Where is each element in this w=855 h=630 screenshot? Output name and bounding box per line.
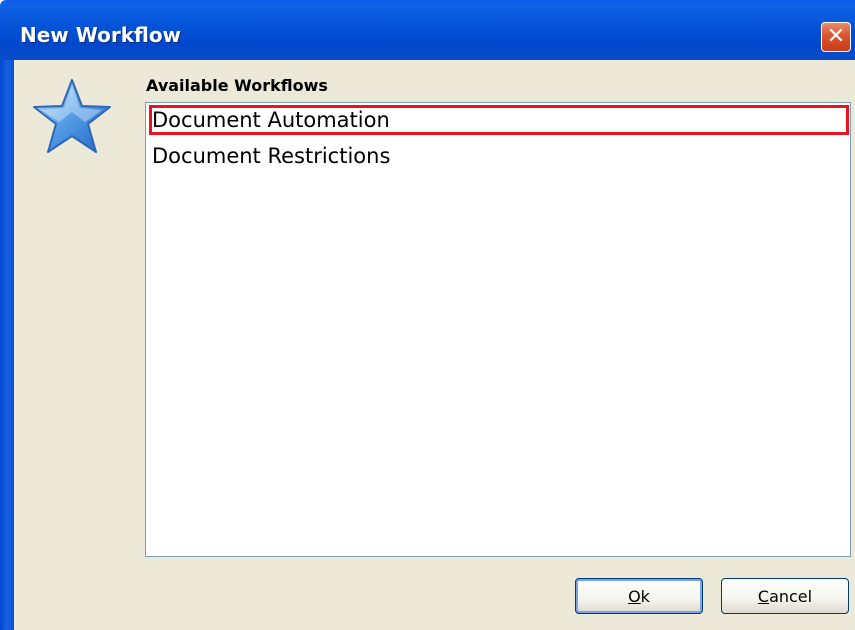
title-bar[interactable]: New Workflow ✕: [0, 0, 855, 60]
ok-label-rest: k: [640, 586, 650, 606]
cancel-button[interactable]: Cancel: [721, 578, 849, 614]
close-icon: ✕: [826, 24, 846, 49]
star-icon: [33, 79, 111, 153]
ok-mnemonic: O: [628, 586, 641, 606]
ok-button[interactable]: Ok: [575, 578, 703, 614]
cancel-label-rest: ancel: [769, 586, 813, 606]
window-title: New Workflow: [20, 23, 182, 47]
window-frame-left: [0, 60, 14, 630]
list-item-document-restrictions[interactable]: Document Restrictions: [149, 141, 849, 171]
new-workflow-dialog: New Workflow ✕ Available Workflows Docum…: [0, 0, 855, 630]
cancel-mnemonic: C: [757, 586, 770, 606]
workflows-listbox[interactable]: Document Automation Document Restriction…: [145, 102, 851, 557]
list-item-document-automation[interactable]: Document Automation: [149, 105, 849, 135]
close-button[interactable]: ✕: [821, 22, 851, 52]
available-workflows-label: Available Workflows: [146, 76, 328, 95]
